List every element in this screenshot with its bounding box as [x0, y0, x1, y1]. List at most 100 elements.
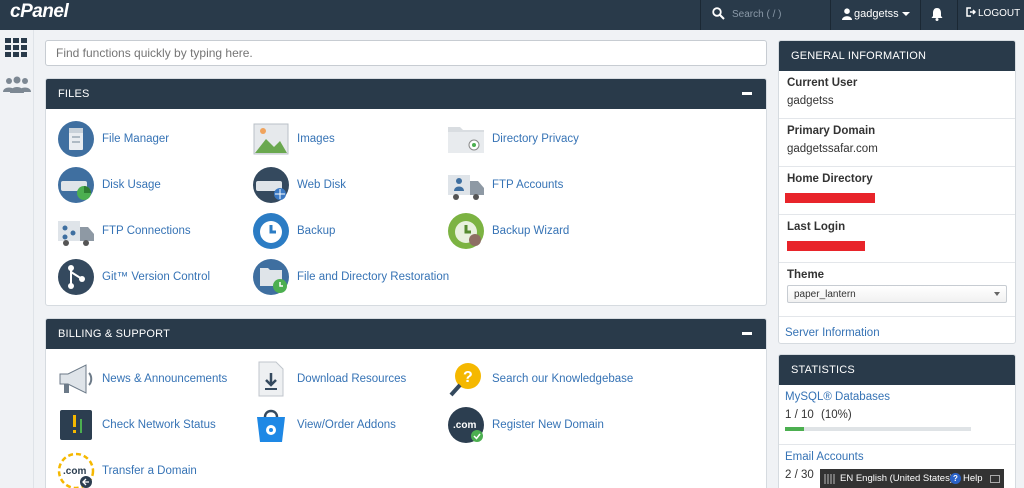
statistics-title: STATISTICS [791, 364, 855, 376]
billing-panel-title: BILLING & SUPPORT [58, 328, 171, 340]
file-manager-link[interactable]: File Manager [56, 119, 169, 159]
general-information-panel: GENERAL INFORMATION Current User gadgets… [778, 40, 1016, 344]
help-icon: ? [950, 473, 961, 484]
images-link[interactable]: Images [251, 119, 335, 159]
billing-support-panel: BILLING & SUPPORT News & Announcements D… [45, 318, 767, 488]
chevron-down-icon [902, 12, 910, 16]
git-version-control-link[interactable]: Git™ Version Control [56, 257, 210, 297]
mysql-value: 1 / 10 [785, 409, 814, 421]
current-user-value: gadgetss [787, 95, 834, 107]
server-info-row: Server Information [779, 317, 1015, 343]
divider [830, 0, 831, 30]
language-selector[interactable]: EN English (United States) [840, 473, 953, 484]
billing-panel-header[interactable]: BILLING & SUPPORT [46, 319, 766, 349]
logout-label: LOGOUT [978, 8, 1021, 20]
theme-row: Theme paper_lantern [779, 263, 1015, 317]
left-rail [0, 30, 34, 488]
user-icon [842, 8, 852, 23]
current-user-row: Current User gadgetss [779, 71, 1015, 119]
general-info-title: GENERAL INFORMATION [791, 50, 927, 62]
news-announcements-link[interactable]: News & Announcements [56, 359, 227, 399]
email-accounts-link[interactable]: Email Accounts [785, 451, 1009, 463]
backup-wizard-icon [448, 213, 484, 249]
transfer-domain-link[interactable]: .com Transfer a Domain [56, 451, 197, 488]
global-search[interactable]: Search ( / ) [702, 0, 830, 30]
redaction-bar [787, 241, 865, 251]
file-restoration-link[interactable]: File and Directory Restoration [251, 257, 449, 297]
server-information-link[interactable]: Server Information [785, 327, 880, 339]
backup-wizard-link[interactable]: Backup Wizard [446, 211, 569, 251]
transfer-domain-icon: .com [57, 452, 95, 488]
svg-text:.com: .com [453, 420, 476, 431]
mysql-percent: (10%) [820, 409, 852, 421]
file-manager-icon [58, 121, 94, 157]
top-bar: cPanel Search ( / ) gadgetss LOGOUT [0, 0, 1024, 30]
ftp-connections-link[interactable]: FTP Connections [56, 211, 191, 251]
mysql-progress-bar [785, 427, 971, 431]
images-icon [253, 123, 289, 155]
users-icon[interactable] [3, 76, 31, 99]
window-icon[interactable] [990, 475, 1000, 483]
git-icon [58, 259, 94, 295]
disk-usage-icon [58, 167, 94, 203]
mysql-stat: MySQL® Databases 1 / 10 (10%) [779, 385, 1015, 445]
primary-domain-value: gadgetssafar.com [787, 143, 878, 155]
chevron-down-icon [994, 292, 1000, 296]
files-panel: FILES File Manager Images Directory Priv… [45, 78, 767, 306]
files-panel-header[interactable]: FILES [46, 79, 766, 109]
ftp-accounts-icon [448, 175, 484, 200]
statistics-header: STATISTICS [779, 355, 1015, 385]
check-network-status-link[interactable]: Check Network Status [56, 405, 216, 445]
directory-privacy-icon [448, 127, 484, 153]
download-icon [258, 361, 284, 397]
svg-text:.com: .com [63, 466, 86, 477]
home-directory-row: Home Directory [779, 167, 1015, 215]
language-bar: EN English (United States) ? Help [820, 469, 1004, 488]
divider [700, 0, 701, 30]
user-menu[interactable]: gadgetss [832, 0, 920, 30]
search-placeholder: Search ( / ) [732, 9, 782, 20]
restoration-icon [253, 259, 289, 295]
network-status-icon [60, 410, 92, 440]
backup-link[interactable]: Backup [251, 211, 335, 251]
disk-usage-link[interactable]: Disk Usage [56, 165, 161, 205]
search-icon [712, 7, 725, 25]
addons-bag-icon [257, 409, 285, 442]
mysql-progress-fill [785, 427, 804, 431]
logout-icon [966, 7, 977, 20]
collapse-icon[interactable] [742, 92, 752, 95]
web-disk-link[interactable]: Web Disk [251, 165, 346, 205]
register-new-domain-link[interactable]: .com Register New Domain [446, 405, 604, 445]
redaction-bar [785, 193, 875, 203]
files-panel-title: FILES [58, 88, 90, 100]
bell-icon[interactable] [930, 7, 944, 26]
ftp-accounts-link[interactable]: FTP Accounts [446, 165, 563, 205]
directory-privacy-link[interactable]: Directory Privacy [446, 119, 579, 159]
backup-icon [253, 213, 289, 249]
search-knowledgebase-link[interactable]: ? Search our Knowledgebase [446, 359, 633, 399]
logout-button[interactable]: LOGOUT [966, 7, 1020, 20]
mysql-databases-link[interactable]: MySQL® Databases [785, 391, 1009, 403]
username: gadgetss [854, 8, 899, 20]
web-disk-icon [253, 167, 289, 203]
last-login-row: Last Login [779, 215, 1015, 263]
knowledgebase-icon: ? [449, 363, 481, 397]
quick-search-input[interactable] [45, 40, 767, 66]
cpanel-logo[interactable]: cPanel [10, 1, 69, 23]
divider [957, 0, 958, 30]
register-domain-icon: .com [448, 407, 484, 443]
theme-select[interactable]: paper_lantern [787, 285, 1007, 303]
grip-icon[interactable] [824, 474, 836, 484]
help-button[interactable]: ? Help [950, 473, 983, 484]
grid-icon[interactable] [5, 38, 27, 63]
divider [920, 0, 921, 30]
general-info-header: GENERAL INFORMATION [779, 41, 1015, 71]
svg-text:?: ? [463, 369, 473, 386]
download-resources-link[interactable]: Download Resources [251, 359, 406, 399]
primary-domain-row: Primary Domain gadgetssafar.com [779, 119, 1015, 167]
ftp-connections-icon [58, 221, 94, 246]
statistics-panel: STATISTICS MySQL® Databases 1 / 10 (10%)… [778, 354, 1016, 488]
view-order-addons-link[interactable]: View/Order Addons [251, 405, 396, 445]
megaphone-icon [59, 364, 93, 394]
collapse-icon[interactable] [742, 332, 752, 335]
